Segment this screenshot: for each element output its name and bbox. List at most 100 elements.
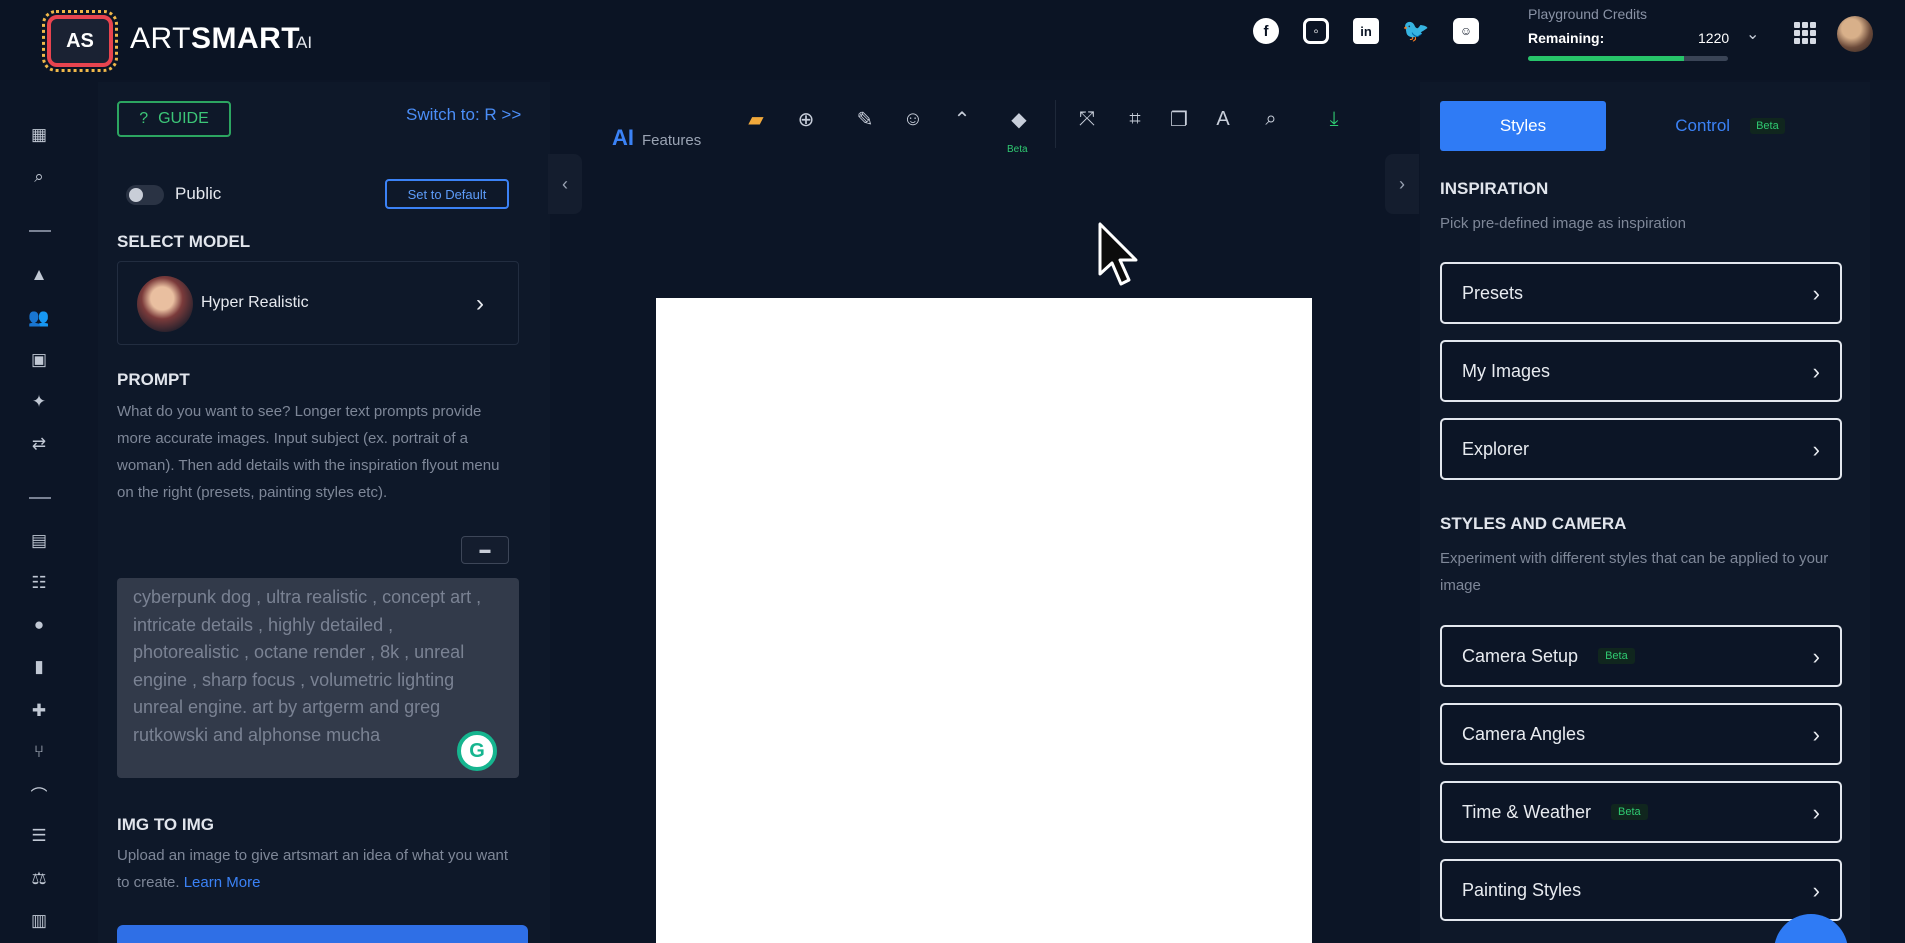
image-canvas[interactable] (656, 298, 1312, 943)
puzzle-icon[interactable]: ✚ (28, 700, 50, 722)
model-name: Hyper Realistic (201, 294, 309, 311)
chevron-right-icon: › (476, 290, 484, 317)
brand-name: ARTSMART (130, 22, 300, 56)
generate-button[interactable] (117, 925, 528, 943)
brand-main: ART (130, 22, 191, 55)
document-icon[interactable]: ▤ (28, 530, 50, 552)
logo-text: AS (66, 29, 94, 52)
model-thumbnail (137, 276, 193, 332)
option-presets[interactable]: Presets › (1440, 262, 1842, 324)
option-label: Painting Styles (1462, 879, 1582, 900)
chevron-right-icon: › (1812, 722, 1820, 747)
remaining-label: Remaining: (1528, 30, 1605, 46)
beta-badge: Beta (1598, 648, 1635, 664)
public-toggle[interactable] (126, 185, 164, 205)
chevron-right-icon: › (1812, 878, 1820, 903)
toolbar-divider (1055, 100, 1056, 148)
tab-control-beta-badge: Beta (1750, 118, 1785, 134)
rail-divider (29, 230, 51, 232)
folder-open-icon[interactable]: ▰ (743, 106, 769, 132)
chevron-right-icon: › (1812, 359, 1820, 384)
tab-control[interactable]: Control Beta (1610, 101, 1850, 151)
scale-icon[interactable]: ⚖ (28, 868, 50, 890)
upscale-icon[interactable]: ⌃ (949, 106, 975, 132)
app-window: { "header": { "logo": "AS", "brand_main"… (0, 0, 1905, 943)
edit-icon[interactable]: ✎ (852, 106, 878, 132)
set-default-button[interactable]: Set to Default (385, 179, 509, 209)
option-explorer[interactable]: Explorer › (1440, 418, 1842, 480)
branch-icon[interactable]: ⑂ (28, 741, 50, 763)
download-icon[interactable]: ⤓ (1321, 106, 1347, 132)
ai-features-menu[interactable]: AI Features (612, 125, 701, 151)
chevron-down-icon[interactable]: ⌄ (1746, 24, 1759, 44)
collapse-left-panel-button[interactable]: ‹ (548, 154, 582, 214)
book-icon[interactable]: ▮ (28, 656, 50, 678)
option-my-images[interactable]: My Images › (1440, 340, 1842, 402)
styles-camera-help: Experiment with different styles that ca… (1440, 550, 1829, 594)
smile-icon[interactable]: ☺ (900, 106, 926, 132)
option-label: Camera Angles (1462, 723, 1586, 744)
twitter-icon[interactable]: 🐦 (1402, 18, 1429, 44)
plus-circle-icon[interactable]: ⊕ (793, 106, 819, 132)
layers-icon[interactable]: ❐ (1166, 106, 1192, 132)
select-model-title: SELECT MODEL (117, 232, 251, 251)
option-time-weather[interactable]: Time & Weather Beta › (1440, 781, 1842, 843)
rail-divider (29, 497, 51, 499)
facebook-icon[interactable]: f (1253, 18, 1279, 44)
learn-more-link[interactable]: Learn More (184, 874, 261, 891)
portrait-icon[interactable]: ▣ (28, 349, 50, 371)
chevron-right-icon: › (1812, 644, 1820, 669)
inspiration-help: Pick pre-defined image as inspiration (1440, 215, 1686, 232)
guide-button[interactable]: ? GUIDE (117, 101, 231, 137)
user-icon[interactable]: ● (28, 614, 50, 636)
option-camera-angles[interactable]: Camera Angles › (1440, 703, 1842, 765)
tab-control-label: Control (1675, 116, 1731, 135)
chart-icon[interactable]: ▥ (28, 910, 50, 932)
shapes-icon[interactable]: ▲ (28, 264, 50, 286)
help-icon: ? (139, 110, 149, 127)
artsmart-logo[interactable]: AS (42, 10, 118, 72)
switch-mode-link[interactable]: Switch to: R >> (406, 105, 521, 125)
prompt-folder-button[interactable]: ▬ (461, 536, 509, 564)
apps-grid-icon[interactable] (1794, 22, 1816, 44)
features-label: Features (642, 132, 702, 149)
credits-progress-fill (1528, 56, 1684, 61)
mouse-cursor-icon (1098, 222, 1138, 286)
eraser-beta-badge: Beta (1007, 144, 1028, 155)
chevron-right-icon: › (1812, 800, 1820, 825)
option-painting-styles[interactable]: Painting Styles › (1440, 859, 1842, 921)
bridge-icon[interactable]: ⌒ (28, 783, 50, 806)
option-label: Presets (1462, 282, 1524, 303)
grid-icon[interactable]: ▦ (28, 124, 50, 146)
user-avatar[interactable] (1837, 16, 1873, 52)
discord-icon[interactable]: ☺ (1453, 18, 1479, 44)
ai-label: AI (612, 125, 634, 150)
tab-styles[interactable]: Styles (1440, 101, 1606, 151)
img-to-img-help: Upload an image to give artsmart an idea… (117, 842, 517, 896)
remaining-value: 1220 (1698, 30, 1730, 46)
crop-icon[interactable]: ⌗ (1122, 106, 1148, 132)
top-header: AS ARTSMART AI f ◦ in 🐦 ☺ Playground Cre… (0, 0, 1905, 80)
magic-wand-icon[interactable]: ✦ (28, 391, 50, 413)
eraser-icon[interactable]: ◆ (1006, 106, 1032, 132)
collapse-right-panel-button[interactable]: › (1385, 154, 1419, 214)
option-camera-setup[interactable]: Camera Setup Beta › (1440, 625, 1842, 687)
styles-camera-title: STYLES AND CAMERA (1440, 514, 1627, 533)
users-icon[interactable]: 👥 (28, 307, 50, 329)
swap-icon[interactable]: ⇄ (28, 433, 50, 455)
grammarly-icon[interactable]: G (457, 731, 497, 771)
instagram-icon[interactable]: ◦ (1303, 18, 1329, 44)
chevron-right-icon: › (1812, 281, 1820, 306)
public-label: Public (175, 184, 222, 203)
linkedin-icon[interactable]: in (1353, 18, 1379, 44)
zoom-icon[interactable]: ⌕ (1258, 106, 1284, 132)
brand-suffix: AI (296, 33, 313, 52)
text-icon[interactable]: A (1210, 106, 1236, 132)
search-icon[interactable]: ⌕ (28, 166, 50, 188)
prompt-value: cyberpunk dog , ultra realistic , concep… (133, 587, 482, 745)
prompt-title: PROMPT (117, 370, 190, 389)
chevron-right-icon: › (1812, 437, 1820, 462)
community-icon[interactable]: ☷ (28, 572, 50, 594)
expand-icon[interactable]: ⤧ (1074, 106, 1100, 132)
list-icon[interactable]: ☰ (28, 825, 50, 847)
